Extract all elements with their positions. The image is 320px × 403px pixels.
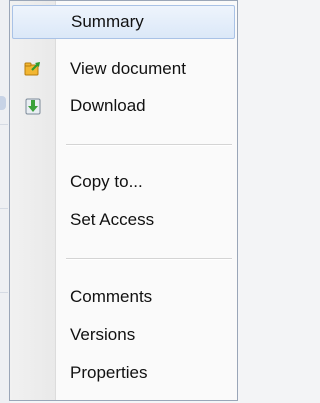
- download-icon: [25, 98, 41, 115]
- menu-item-label: Copy to...: [70, 172, 143, 191]
- menu-item-icon-slot: [12, 52, 54, 86]
- background-app-divider: [0, 208, 8, 209]
- menu-separator: [66, 258, 232, 260]
- menu-item-versions[interactable]: Versions: [12, 318, 235, 352]
- menu-item-summary[interactable]: Summary: [12, 5, 235, 39]
- menu-item-icon-slot: [13, 5, 55, 39]
- menu-item-properties[interactable]: Properties: [12, 356, 235, 390]
- menu-item-label: Comments: [70, 287, 153, 306]
- menu-item-label: Set Access: [70, 210, 155, 229]
- menu-item-icon-slot: [12, 356, 54, 390]
- menu-item-icon-slot: [12, 89, 54, 123]
- screen: Summary View document Download Copy to..…: [0, 0, 240, 403]
- menu-item-comments[interactable]: Comments: [12, 280, 235, 314]
- menu-item-icon-slot: [12, 318, 54, 352]
- menu-item-label: Download: [70, 96, 146, 115]
- menu-item-label: Versions: [70, 325, 136, 344]
- menu-item-icon-slot: [12, 203, 54, 237]
- menu-item-label: Summary: [71, 12, 144, 31]
- menu-item-label: Properties: [70, 363, 148, 382]
- menu-item-label: View document: [70, 59, 186, 78]
- menu-item-copy-to[interactable]: Copy to...: [12, 165, 235, 199]
- background-app-marker: [0, 96, 6, 110]
- background-app-divider: [0, 292, 8, 293]
- menu-item-icon-slot: [12, 280, 54, 314]
- menu-item-view-document[interactable]: View document: [12, 52, 235, 86]
- view-document-icon: [24, 61, 42, 77]
- menu-item-download[interactable]: Download: [12, 89, 235, 123]
- context-menu: Summary View document Download Copy to..…: [9, 0, 238, 401]
- menu-item-icon-slot: [12, 165, 54, 199]
- menu-separator: [66, 144, 232, 146]
- menu-item-set-access[interactable]: Set Access: [12, 203, 235, 237]
- background-app-divider: [0, 124, 8, 125]
